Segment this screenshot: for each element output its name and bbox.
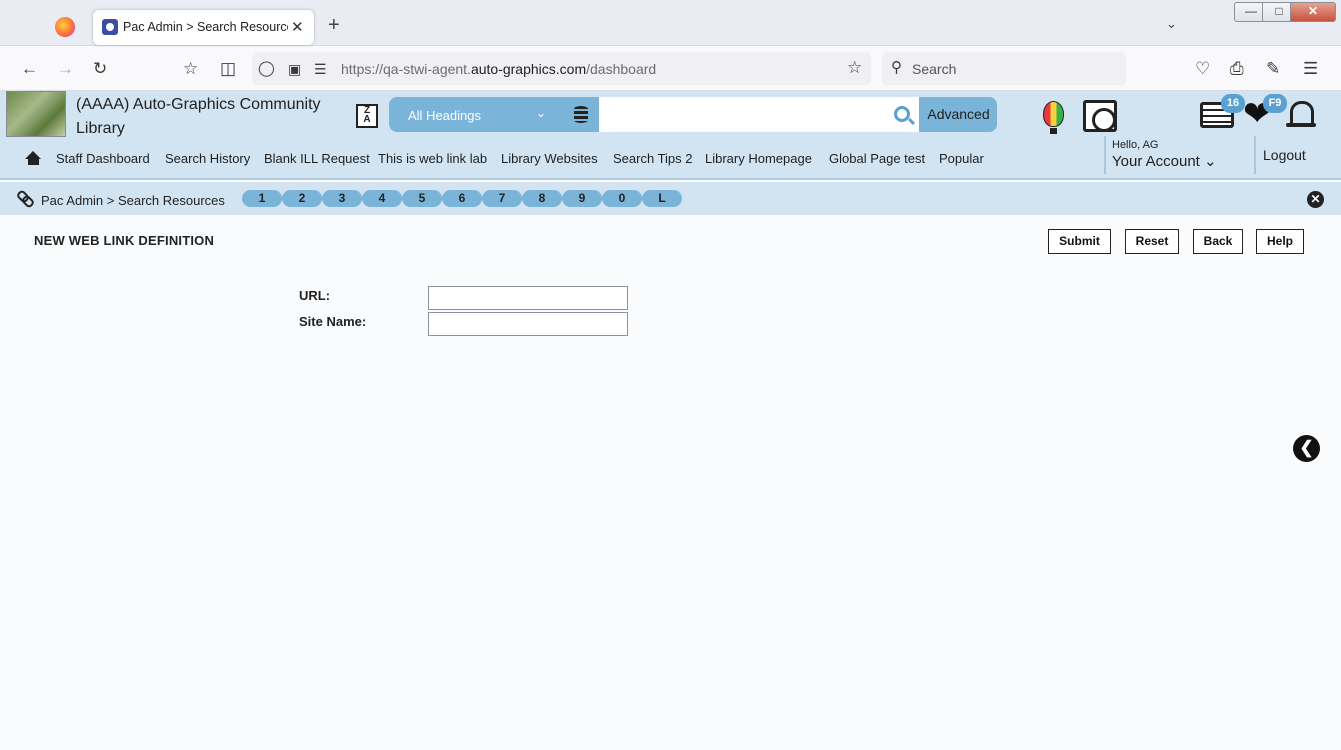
- lock-icon[interactable]: ▣: [288, 59, 301, 79]
- quick-tab-l[interactable]: L: [642, 190, 682, 207]
- quick-tab-7[interactable]: 7: [482, 190, 522, 207]
- menu-item-blank-ill-request[interactable]: Blank ILL Request: [264, 151, 370, 166]
- breadcrumb: Pac Admin > Search Resources: [41, 193, 225, 208]
- search-input[interactable]: [599, 97, 919, 132]
- pocket-icon[interactable]: ♡: [1195, 59, 1210, 79]
- browser-titlebar: Pac Admin > Search Resources ✕ + ⌄ — □ ✕: [0, 0, 1341, 46]
- browser-navbar: ← → ↻ ☆ ◫ ◯ ▣ ☰ https://qa-stwi-agent.au…: [0, 47, 1341, 91]
- shield-icon[interactable]: ◯: [258, 59, 275, 79]
- link-icon: [17, 190, 31, 204]
- chevron-down-icon[interactable]: ⌄: [536, 106, 546, 120]
- help-button[interactable]: Help: [1256, 229, 1304, 254]
- lists-count-badge: 16: [1221, 94, 1245, 113]
- logout-link[interactable]: Logout: [1254, 136, 1334, 174]
- heading-select[interactable]: All Headings: [389, 97, 599, 132]
- media-search-icon[interactable]: [1083, 100, 1117, 132]
- quick-tab-3[interactable]: 3: [322, 190, 362, 207]
- app-header: (AAAA) Auto-Graphics Community Library Z…: [0, 91, 1341, 180]
- home-icon[interactable]: [25, 151, 42, 166]
- menu-item-staff-dashboard[interactable]: Staff Dashboard: [56, 151, 150, 166]
- tab-title: Pac Admin > Search Resources: [123, 20, 288, 34]
- close-window-button[interactable]: ✕: [1290, 2, 1336, 22]
- favorites-badge: F9: [1263, 94, 1287, 113]
- tab-close-icon[interactable]: ✕: [291, 18, 304, 36]
- menu-item-global-page-test[interactable]: Global Page test: [829, 151, 925, 166]
- heading-select-value: All Headings: [408, 108, 481, 123]
- quick-tab-5[interactable]: 5: [402, 190, 442, 207]
- url-label: URL:: [299, 288, 331, 303]
- library-logo[interactable]: [6, 91, 66, 137]
- firefox-icon[interactable]: [55, 17, 75, 37]
- menu-hamburger-icon[interactable]: ☰: [1303, 59, 1318, 79]
- browser-search-bar[interactable]: ⚲ Search: [882, 52, 1126, 85]
- account-menu[interactable]: Hello, AG Your Account ⌄: [1104, 136, 1249, 174]
- extensions-icon[interactable]: ✎: [1266, 59, 1280, 79]
- quick-tab-0[interactable]: 0: [602, 190, 642, 207]
- back-arrow-icon[interactable]: ←: [21, 59, 38, 79]
- menu-item-web-link-lab[interactable]: This is web link lab: [378, 151, 487, 166]
- chevron-down-icon: ⌄: [1199, 153, 1217, 170]
- breadcrumb-bar: Pac Admin > Search Resources 1 2 3 4 5 6…: [0, 182, 1341, 215]
- search-group: All Headings ⌄ Advanced: [389, 97, 997, 132]
- url-text: https://qa-stwi-agent.auto-graphics.com/…: [341, 61, 657, 77]
- search-icon: ⚲: [891, 59, 902, 76]
- close-icon[interactable]: ✕: [1307, 191, 1324, 208]
- quick-tab-8[interactable]: 8: [522, 190, 562, 207]
- menu-item-search-tips[interactable]: Search Tips 2: [613, 151, 693, 166]
- menu-item-popular[interactable]: Popular: [939, 151, 984, 166]
- address-bar[interactable]: ◯ ▣ ☰ https://qa-stwi-agent.auto-graphic…: [252, 52, 871, 85]
- tab-favicon-icon: [102, 19, 118, 35]
- site-name-field[interactable]: [428, 312, 628, 336]
- url-field[interactable]: [428, 286, 628, 310]
- page-title: NEW WEB LINK DEFINITION: [34, 233, 215, 248]
- menu-item-library-homepage[interactable]: Library Homepage: [705, 151, 812, 166]
- submit-button[interactable]: Submit: [1048, 229, 1111, 254]
- quick-tab-1[interactable]: 1: [242, 190, 282, 207]
- account-greeting: Hello, AG: [1112, 139, 1159, 151]
- browser-tab[interactable]: Pac Admin > Search Resources ✕: [93, 10, 314, 45]
- app: (AAAA) Auto-Graphics Community Library Z…: [0, 91, 1341, 745]
- reset-button[interactable]: Reset: [1125, 229, 1179, 254]
- page-settings-icon[interactable]: ☰: [314, 59, 327, 79]
- site-name-label: Site Name:: [299, 314, 367, 329]
- balloon-icon[interactable]: [1043, 101, 1064, 134]
- advanced-search-button[interactable]: Advanced: [920, 97, 997, 132]
- quick-tab-2[interactable]: 2: [282, 190, 322, 207]
- chevron-left-icon[interactable]: ❮: [1293, 435, 1320, 462]
- account-label[interactable]: Your Account ⌄: [1112, 152, 1249, 170]
- print-icon[interactable]: ⎙: [1230, 59, 1244, 79]
- browser-search-placeholder: Search: [912, 61, 957, 77]
- library-name[interactable]: (AAAA) Auto-Graphics Community Library: [76, 93, 346, 141]
- bookmark-page-icon[interactable]: ☆: [183, 59, 198, 79]
- database-icon[interactable]: [574, 106, 588, 123]
- menu-item-search-history[interactable]: Search History: [165, 151, 250, 166]
- forward-arrow-icon[interactable]: →: [57, 59, 74, 79]
- new-tab-button[interactable]: +: [328, 15, 340, 35]
- main-content: NEW WEB LINK DEFINITION Submit Reset Bac…: [0, 215, 1341, 745]
- quick-tab-6[interactable]: 6: [442, 190, 482, 207]
- bookmark-star-icon[interactable]: ☆: [847, 58, 862, 78]
- notifications-bell-icon[interactable]: [1286, 99, 1316, 133]
- tab-list-chevron-icon[interactable]: ⌄: [1166, 16, 1177, 32]
- collections-icon[interactable]: ◫: [220, 59, 236, 79]
- search-icon[interactable]: [894, 106, 910, 122]
- back-button[interactable]: Back: [1193, 229, 1243, 254]
- quick-tab-9[interactable]: 9: [562, 190, 602, 207]
- reload-icon[interactable]: ↻: [93, 59, 107, 79]
- quick-tab-4[interactable]: 4: [362, 190, 402, 207]
- az-browse-icon[interactable]: ZA: [356, 104, 378, 128]
- menu-item-library-websites[interactable]: Library Websites: [501, 151, 598, 166]
